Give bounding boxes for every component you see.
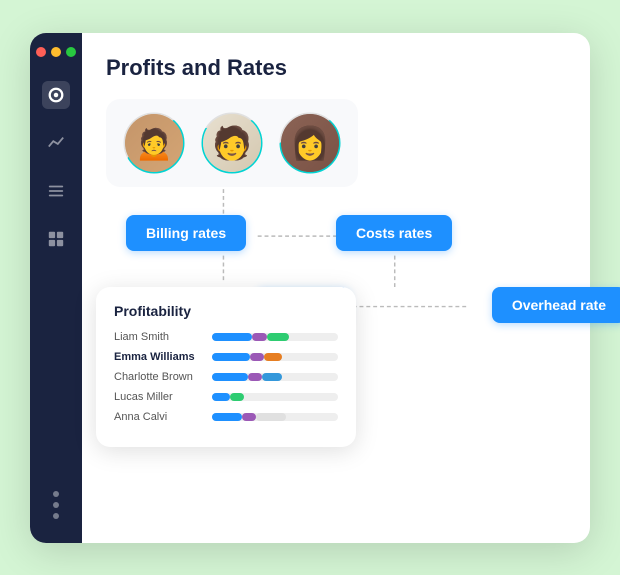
bar-lucas-green [230,393,244,401]
bar-anna-blue [212,413,242,421]
overhead-rate-node[interactable]: Overhead rate [492,287,620,323]
prof-bar-lucas [212,393,338,401]
profitability-title: Profitability [114,303,338,319]
sidebar-dots [53,491,59,529]
avatar-1: 🙍 [122,111,186,175]
prof-row-anna: Anna Calvi [114,411,338,423]
bar-emma-blue [212,353,250,361]
prof-name-lucas: Lucas Miller [114,391,204,403]
prof-row-lucas: Lucas Miller [114,391,338,403]
sidebar-item-home[interactable] [42,81,70,109]
prof-bar-liam [212,333,338,341]
prof-row-emma: Emma Williams [114,351,338,363]
profitability-card: Profitability Liam Smith Emma Williams [96,287,356,447]
avatar-2: 🧑 [200,111,264,175]
bar-anna-gray [256,413,286,421]
bar-liam-blue [212,333,252,341]
main-content: Profits and Rates 🙍 🧑 [82,33,590,543]
avatars-card: 🙍 🧑 👩 [106,99,358,187]
prof-name-emma: Emma Williams [114,351,204,363]
bar-anna-purple [242,413,256,421]
bar-emma-purple [250,353,264,361]
app-window: Profits and Rates 🙍 🧑 [30,33,590,543]
billing-rates-node[interactable]: Billing rates [126,215,246,251]
dot-3 [53,513,59,519]
avatar-img-1: 🙍 [125,114,183,172]
prof-bar-emma [212,353,338,361]
bar-lucas-blue [212,393,230,401]
minimize-button[interactable] [51,47,61,57]
maximize-button[interactable] [66,47,76,57]
sidebar-item-grid[interactable] [42,225,70,253]
prof-name-charlotte: Charlotte Brown [114,371,204,383]
sidebar-item-charts[interactable] [42,129,70,157]
avatar-img-3: 👩 [281,114,339,172]
page-title: Profits and Rates [106,55,566,81]
bar-emma-orange [264,353,282,361]
dot-1 [53,491,59,497]
bar-charlotte-lblue [262,373,282,381]
avatar-3: 👩 [278,111,342,175]
bar-charlotte-blue [212,373,248,381]
bar-liam-green [267,333,289,341]
traffic-lights [36,47,76,57]
dot-2 [53,502,59,508]
sidebar-item-list[interactable] [42,177,70,205]
sidebar [30,33,82,543]
diagram-area: Billing rates Costs rates Pay rate Overh… [106,187,566,387]
avatar-img-2: 🧑 [203,114,261,172]
prof-row-charlotte: Charlotte Brown [114,371,338,383]
prof-bar-anna [212,413,338,421]
bar-charlotte-purple [248,373,262,381]
prof-row-liam: Liam Smith [114,331,338,343]
bar-liam-purple [252,333,267,341]
prof-name-liam: Liam Smith [114,331,204,343]
prof-name-anna: Anna Calvi [114,411,204,423]
prof-bar-charlotte [212,373,338,381]
costs-rates-node[interactable]: Costs rates [336,215,452,251]
close-button[interactable] [36,47,46,57]
